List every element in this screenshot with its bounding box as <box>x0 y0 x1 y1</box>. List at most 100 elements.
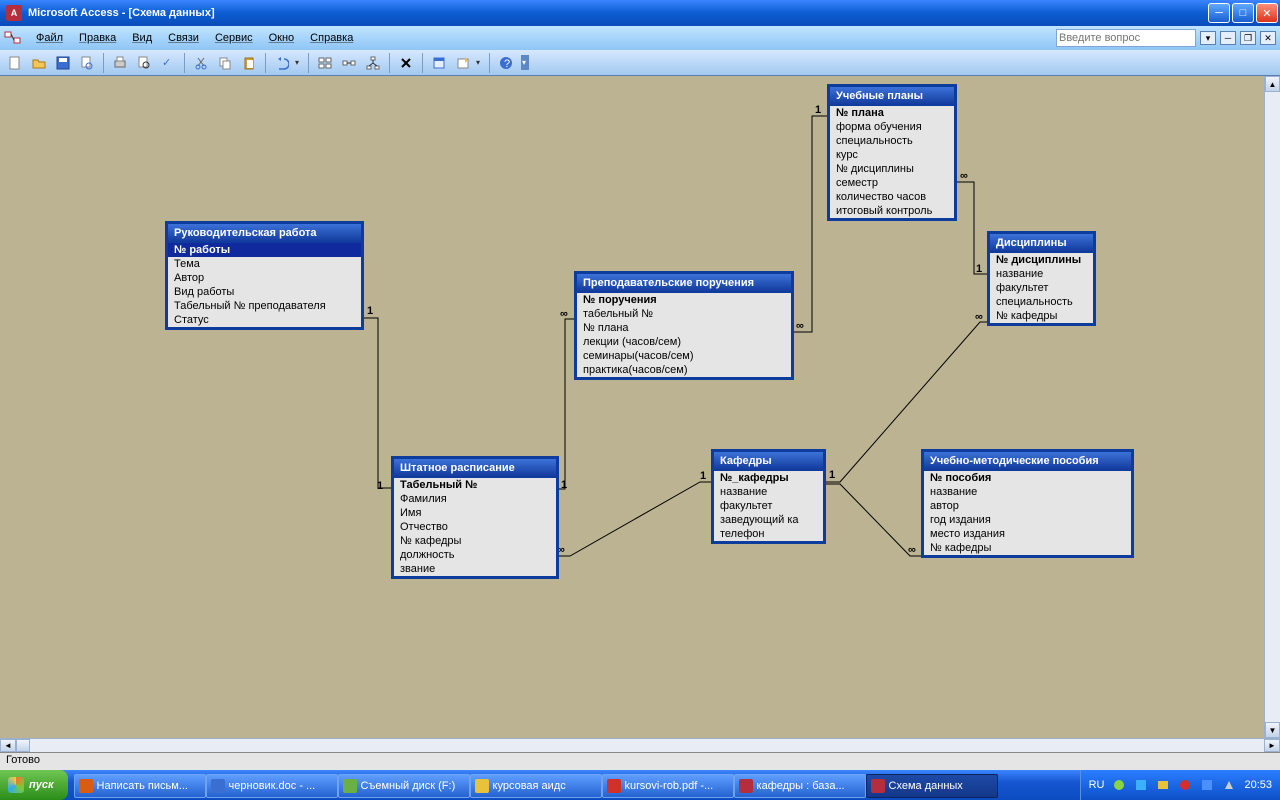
toolbar-overflow[interactable]: ▾ <box>521 55 529 70</box>
clock[interactable]: 20:53 <box>1244 779 1272 791</box>
scroll-right-icon[interactable]: ► <box>1264 739 1280 752</box>
new-object-icon[interactable] <box>452 52 474 74</box>
table-field[interactable]: название <box>714 485 823 499</box>
delete-icon[interactable] <box>395 52 417 74</box>
taskbar-task[interactable]: Съемный диск (F:) <box>338 774 470 798</box>
table-field[interactable]: автор <box>924 499 1131 513</box>
table-field[interactable]: лекции (часов/сем) <box>577 335 791 349</box>
start-button[interactable]: пуск <box>0 770 68 800</box>
table-field[interactable]: звание <box>394 562 556 576</box>
new-object-dropdown[interactable]: ▾ <box>476 58 484 67</box>
table-title[interactable]: Дисциплины <box>990 234 1093 253</box>
menu-relations[interactable]: Связи <box>160 29 207 47</box>
menu-edit[interactable]: Правка <box>71 29 124 47</box>
vertical-scrollbar[interactable]: ▲ ▼ <box>1264 76 1280 738</box>
child-close-button[interactable]: ✕ <box>1260 31 1276 45</box>
table-field[interactable]: Вид работы <box>168 285 361 299</box>
table-title[interactable]: Учебно-методические пособия <box>924 452 1131 471</box>
table-title[interactable]: Преподавательские поручения <box>577 274 791 293</box>
show-table-icon[interactable] <box>314 52 336 74</box>
print-preview-icon[interactable] <box>133 52 155 74</box>
table-field[interactable]: Табельный № <box>394 478 556 492</box>
tray-icon[interactable] <box>1156 778 1170 792</box>
table-field[interactable]: № дисциплины <box>830 162 954 176</box>
table-title[interactable]: Штатное расписание <box>394 459 556 478</box>
scroll-thumb[interactable] <box>16 739 30 752</box>
tray-icon[interactable] <box>1112 778 1126 792</box>
new-file-icon[interactable] <box>4 52 26 74</box>
tray-icon[interactable] <box>1222 778 1236 792</box>
table-field[interactable]: итоговый контроль <box>830 204 954 218</box>
table-title[interactable]: Руководительская работа <box>168 224 361 243</box>
tray-icon[interactable] <box>1178 778 1192 792</box>
help-question-input[interactable] <box>1056 29 1196 47</box>
table-field[interactable]: Автор <box>168 271 361 285</box>
table-field[interactable]: курс <box>830 148 954 162</box>
menu-file[interactable]: Файл <box>28 29 71 47</box>
table-field[interactable]: название <box>990 267 1093 281</box>
taskbar-task[interactable]: Схема данных <box>866 774 998 798</box>
file-search-icon[interactable] <box>76 52 98 74</box>
open-icon[interactable] <box>28 52 50 74</box>
table-field[interactable]: № поручения <box>577 293 791 307</box>
scroll-up-icon[interactable]: ▲ <box>1265 76 1280 92</box>
taskbar-task[interactable]: кафедры : база... <box>734 774 866 798</box>
child-minimize-button[interactable]: ─ <box>1220 31 1236 45</box>
database-window-icon[interactable] <box>428 52 450 74</box>
maximize-button[interactable]: □ <box>1232 3 1254 23</box>
spellcheck-icon[interactable]: ✓ <box>157 52 179 74</box>
table-title[interactable]: Учебные планы <box>830 87 954 106</box>
show-direct-relations-icon[interactable] <box>338 52 360 74</box>
table-field[interactable]: № кафедры <box>924 541 1131 555</box>
undo-icon[interactable] <box>271 52 293 74</box>
table-field[interactable]: специальность <box>830 134 954 148</box>
save-icon[interactable] <box>52 52 74 74</box>
menu-window[interactable]: Окно <box>261 29 303 47</box>
table-title[interactable]: Кафедры <box>714 452 823 471</box>
table-field[interactable]: должность <box>394 548 556 562</box>
table-prepodavatelskie-porucheniya[interactable]: Преподавательские поручения № поручения … <box>575 272 793 379</box>
table-field[interactable]: факультет <box>714 499 823 513</box>
relations-canvas[interactable]: 1 1 1 ∞ ∞ 1 ∞ 1 ∞ 1 1 ∞ ∞ Руководительск… <box>0 76 1280 738</box>
taskbar-task[interactable]: Написать письм... <box>74 774 206 798</box>
table-field[interactable]: практика(часов/сем) <box>577 363 791 377</box>
menu-view[interactable]: Вид <box>124 29 160 47</box>
taskbar-task[interactable]: курсовая аидс <box>470 774 602 798</box>
print-icon[interactable] <box>109 52 131 74</box>
paste-icon[interactable] <box>238 52 260 74</box>
table-field[interactable]: количество часов <box>830 190 954 204</box>
table-uchebnye-plany[interactable]: Учебные планы № плана форма обучения спе… <box>828 85 956 220</box>
help-icon[interactable]: ? <box>495 52 517 74</box>
copy-icon[interactable] <box>214 52 236 74</box>
close-button[interactable]: ✕ <box>1256 3 1278 23</box>
menu-service[interactable]: Сервис <box>207 29 261 47</box>
taskbar-task[interactable]: kursovi-rob.pdf -... <box>602 774 734 798</box>
cut-icon[interactable] <box>190 52 212 74</box>
table-field[interactable]: № дисциплины <box>990 253 1093 267</box>
table-field[interactable]: специальность <box>990 295 1093 309</box>
table-field[interactable]: телефон <box>714 527 823 541</box>
table-field[interactable]: факультет <box>990 281 1093 295</box>
table-uchebno-metodicheskie-posobiya[interactable]: Учебно-методические пособия № пособия на… <box>922 450 1133 557</box>
table-field[interactable]: № плана <box>577 321 791 335</box>
undo-dropdown[interactable]: ▾ <box>295 58 303 67</box>
table-field[interactable]: табельный № <box>577 307 791 321</box>
table-field[interactable]: место издания <box>924 527 1131 541</box>
table-discipliny[interactable]: Дисциплины № дисциплины название факульт… <box>988 232 1095 325</box>
child-restore-button[interactable]: ❐ <box>1240 31 1256 45</box>
menu-help[interactable]: Справка <box>302 29 361 47</box>
table-field[interactable]: № пособия <box>924 471 1131 485</box>
scroll-down-icon[interactable]: ▼ <box>1265 722 1280 738</box>
table-field[interactable]: год издания <box>924 513 1131 527</box>
table-field[interactable]: форма обучения <box>830 120 954 134</box>
table-field[interactable]: Фамилия <box>394 492 556 506</box>
table-field[interactable]: № работы <box>168 243 361 257</box>
table-field[interactable]: № плана <box>830 106 954 120</box>
table-field[interactable]: Имя <box>394 506 556 520</box>
table-rukovoditelskaya-rabota[interactable]: Руководительская работа № работы Тема Ав… <box>166 222 363 329</box>
minimize-button[interactable]: ─ <box>1208 3 1230 23</box>
table-field[interactable]: семестр <box>830 176 954 190</box>
table-field[interactable]: № кафедры <box>990 309 1093 323</box>
table-field[interactable]: название <box>924 485 1131 499</box>
taskbar-task[interactable]: черновик.doc - ... <box>206 774 338 798</box>
